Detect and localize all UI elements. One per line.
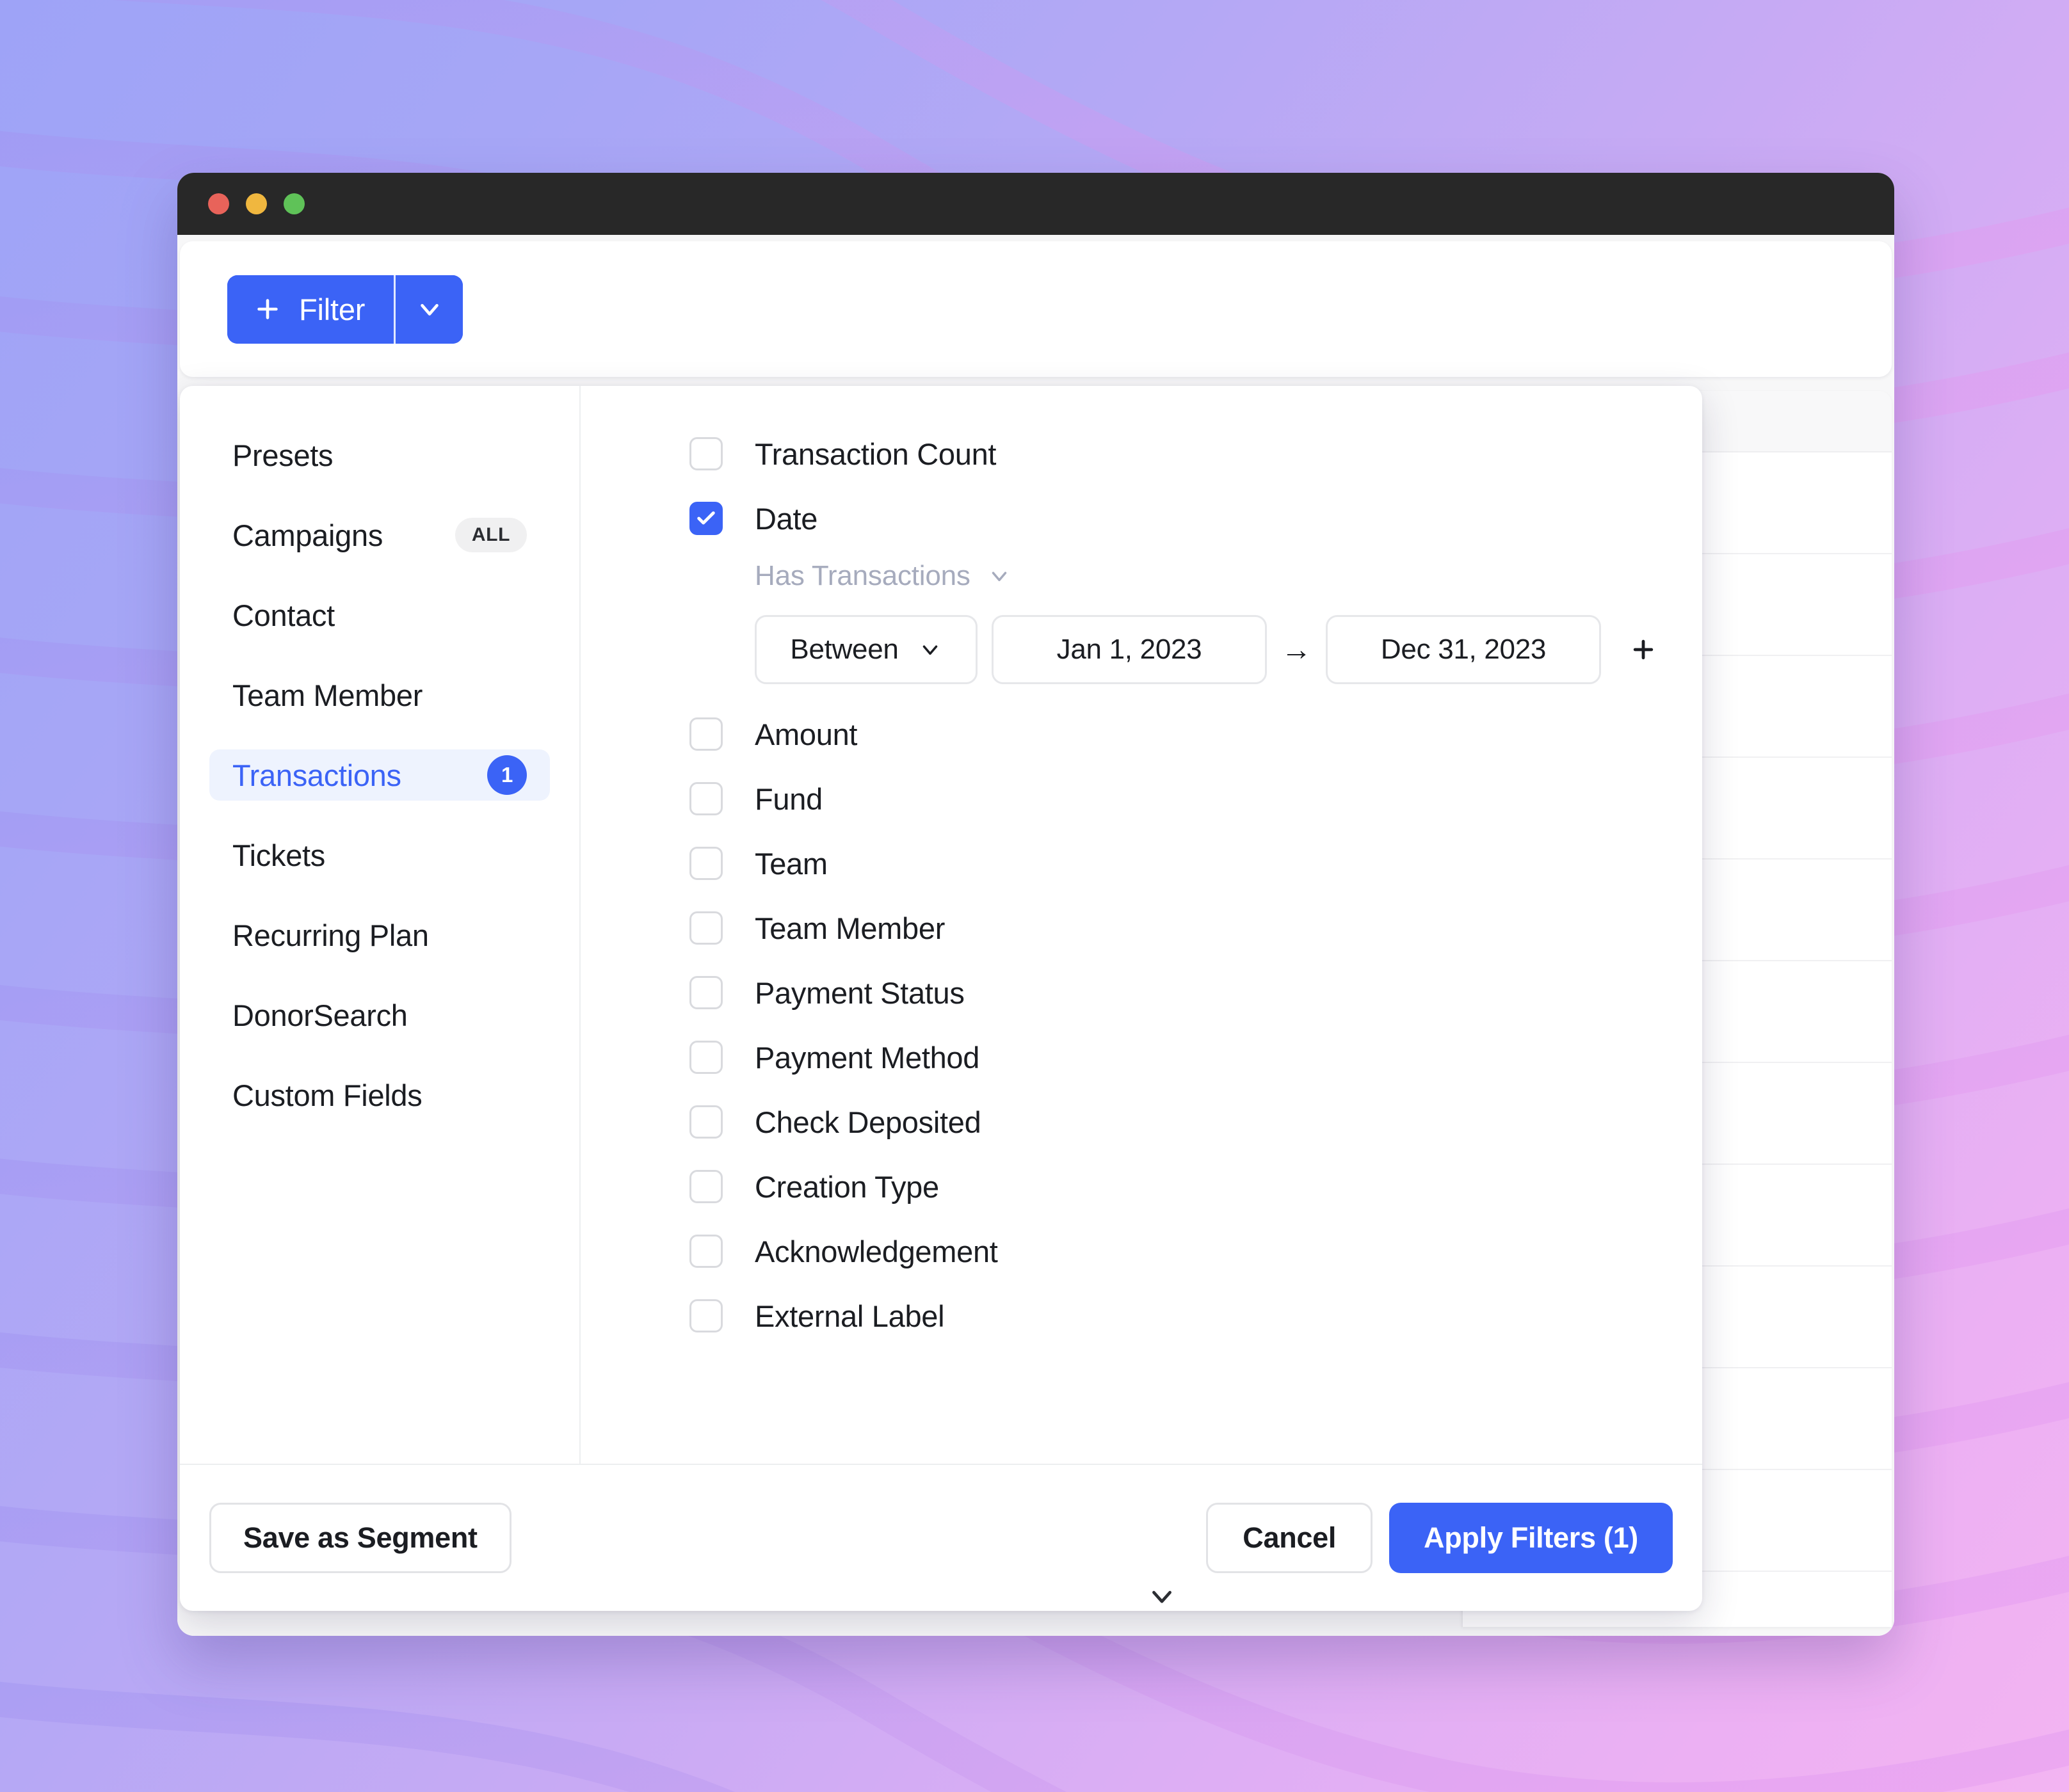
- checkbox-check-deposited[interactable]: [689, 1105, 723, 1139]
- save-as-segment-button[interactable]: Save as Segment: [209, 1503, 511, 1573]
- checkbox-payment-method[interactable]: [689, 1041, 723, 1074]
- plus-icon: [257, 299, 278, 319]
- sidebar-item-tickets[interactable]: Tickets: [209, 829, 550, 881]
- background-chevron-down-icon: [1149, 1590, 1175, 1608]
- checkbox-row-team-member[interactable]: Team Member: [689, 905, 1702, 951]
- sidebar-item-label: Tickets: [232, 838, 326, 872]
- sidebar-item-transactions[interactable]: Transactions 1: [209, 749, 550, 801]
- close-window-button[interactable]: [208, 193, 229, 214]
- checkbox-row-creation-type[interactable]: Creation Type: [689, 1164, 1702, 1210]
- add-date-condition-button[interactable]: [1614, 615, 1673, 684]
- checkbox-fund[interactable]: [689, 782, 723, 815]
- add-filter-button-label: Filter: [299, 292, 366, 326]
- window-titlebar: [177, 173, 1894, 235]
- checkbox-label: Payment Method: [755, 1040, 980, 1075]
- minimize-window-button[interactable]: [246, 193, 267, 214]
- chevron-down-icon: [992, 572, 1006, 582]
- checkbox-row-amount[interactable]: Amount: [689, 711, 1702, 757]
- sidebar-item-label: DonorSearch: [232, 998, 408, 1032]
- checkbox-transaction-count[interactable]: [689, 437, 723, 470]
- sidebar-badge-count: 1: [487, 755, 527, 795]
- checkbox-row-payment-method[interactable]: Payment Method: [689, 1034, 1702, 1080]
- date-range-arrow-glyph: →: [1281, 632, 1312, 667]
- checkbox-team-member[interactable]: [689, 911, 723, 945]
- filter-options-panel: Transaction Count Date Has Transactions …: [581, 386, 1702, 1464]
- checkbox-row-transaction-count[interactable]: Transaction Count: [689, 431, 1702, 477]
- filter-toolbar: Filter: [180, 241, 1892, 377]
- end-date-input[interactable]: Dec 31, 2023: [1326, 615, 1601, 684]
- sidebar-badge-all: ALL: [455, 518, 527, 552]
- footer-actions: Cancel Apply Filters (1): [1206, 1503, 1673, 1573]
- start-date-value: Jan 1, 2023: [1056, 634, 1202, 665]
- chevron-down-icon: [922, 645, 937, 655]
- maximize-window-button[interactable]: [284, 193, 305, 214]
- sidebar-item-label: Presets: [232, 438, 334, 472]
- checkbox-label: Team Member: [755, 911, 946, 945]
- start-date-input[interactable]: Jan 1, 2023: [992, 615, 1267, 684]
- checkbox-label: Payment Status: [755, 975, 965, 1010]
- apply-filters-button[interactable]: Apply Filters (1): [1389, 1503, 1673, 1573]
- checkbox-acknowledgement[interactable]: [689, 1235, 723, 1268]
- filter-dropdown-button[interactable]: [396, 275, 463, 344]
- sidebar-item-team-member[interactable]: Team Member: [209, 669, 550, 721]
- chevron-down-icon: [420, 303, 439, 316]
- transaction-scope-select[interactable]: Has Transactions: [755, 560, 1702, 592]
- sidebar-item-presets[interactable]: Presets: [209, 429, 550, 481]
- checkbox-payment-status[interactable]: [689, 976, 723, 1009]
- checkbox-row-fund[interactable]: Fund: [689, 776, 1702, 822]
- checkbox-date[interactable]: [689, 502, 723, 535]
- add-filter-button[interactable]: Filter: [227, 275, 394, 344]
- checkbox-label: External Label: [755, 1299, 945, 1333]
- checkbox-row-acknowledgement[interactable]: Acknowledgement: [689, 1228, 1702, 1274]
- checkbox-creation-type[interactable]: [689, 1170, 723, 1203]
- checkbox-label: Check Deposited: [755, 1105, 981, 1139]
- sidebar-item-contact[interactable]: Contact: [209, 589, 550, 641]
- checkbox-label: Date: [755, 501, 818, 536]
- checkbox-row-team[interactable]: Team: [689, 840, 1702, 886]
- checkbox-row-external-label[interactable]: External Label: [689, 1293, 1702, 1339]
- plus-icon: [1633, 639, 1654, 660]
- filter-category-sidebar: Presets Campaigns ALL Contact Team Membe…: [180, 386, 581, 1464]
- checkbox-amount[interactable]: [689, 717, 723, 751]
- app-body: Filter Presets Campaigns ALL Contact Tea…: [177, 235, 1894, 1636]
- filter-modal: Presets Campaigns ALL Contact Team Membe…: [180, 386, 1702, 1611]
- checkbox-label: Transaction Count: [755, 436, 997, 471]
- checkbox-label: Team: [755, 846, 828, 881]
- checkbox-row-payment-status[interactable]: Payment Status: [689, 970, 1702, 1016]
- checkbox-label: Fund: [755, 781, 823, 816]
- sidebar-item-campaigns[interactable]: Campaigns ALL: [209, 509, 550, 561]
- date-operator-value: Between: [790, 634, 899, 665]
- checkbox-external-label[interactable]: [689, 1299, 723, 1332]
- checkbox-label: Acknowledgement: [755, 1234, 998, 1268]
- transaction-scope-label: Has Transactions: [755, 560, 970, 591]
- sidebar-item-label: Campaigns: [232, 518, 383, 552]
- filter-modal-footer: Save as Segment Cancel Apply Filters (1): [180, 1464, 1702, 1611]
- sidebar-item-label: Custom Fields: [232, 1078, 423, 1112]
- cancel-button[interactable]: Cancel: [1206, 1503, 1373, 1573]
- sidebar-item-recurring-plan[interactable]: Recurring Plan: [209, 909, 550, 961]
- checkbox-row-check-deposited[interactable]: Check Deposited: [689, 1099, 1702, 1145]
- checkbox-label: Amount: [755, 717, 858, 751]
- sidebar-item-custom-fields[interactable]: Custom Fields: [209, 1069, 550, 1121]
- sidebar-item-donorsearch[interactable]: DonorSearch: [209, 989, 550, 1041]
- sidebar-item-label: Transactions: [232, 758, 401, 792]
- check-icon: [697, 511, 715, 525]
- date-subfilter: Has Transactions Between Jan 1, 2023 → D…: [755, 560, 1702, 684]
- browser-window: Filter Presets Campaigns ALL Contact Tea…: [177, 173, 1894, 1636]
- date-operator-select[interactable]: Between: [755, 615, 978, 684]
- date-range-arrow-icon: →: [1267, 632, 1326, 668]
- date-range-controls: Between Jan 1, 2023 → Dec 31, 2023: [755, 615, 1702, 684]
- end-date-value: Dec 31, 2023: [1380, 634, 1547, 665]
- checkbox-team[interactable]: [689, 847, 723, 880]
- checkbox-label: Creation Type: [755, 1169, 939, 1204]
- sidebar-item-label: Team Member: [232, 678, 423, 712]
- filter-modal-body: Presets Campaigns ALL Contact Team Membe…: [180, 386, 1702, 1464]
- sidebar-item-label: Contact: [232, 598, 335, 632]
- sidebar-item-label: Recurring Plan: [232, 918, 429, 952]
- filter-button-group: Filter: [227, 275, 463, 344]
- checkbox-row-date[interactable]: Date: [689, 495, 1702, 541]
